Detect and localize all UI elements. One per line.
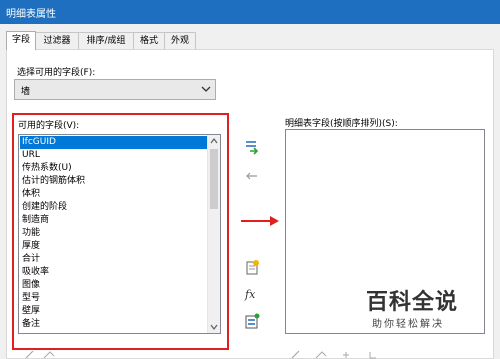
- remove-field-arrow-icon[interactable]: [244, 168, 260, 184]
- svg-text:fx: fx: [244, 288, 256, 301]
- tab-appearance[interactable]: 外观: [164, 32, 196, 49]
- new-parameter-icon[interactable]: [244, 259, 260, 275]
- list-item[interactable]: URL: [20, 149, 208, 162]
- window-title: 明细表属性: [6, 9, 56, 20]
- list-item[interactable]: 创建的阶段: [20, 201, 208, 214]
- list-item[interactable]: 合计: [20, 253, 208, 266]
- scroll-thumb[interactable]: [210, 149, 218, 209]
- combine-parameters-icon[interactable]: [244, 313, 260, 329]
- chevron-down-icon: [201, 86, 211, 92]
- formula-icon[interactable]: fx: [244, 286, 260, 302]
- scrollbar[interactable]: [207, 135, 220, 333]
- scroll-down-icon[interactable]: [208, 321, 220, 333]
- tab-fields[interactable]: 字段: [6, 31, 36, 50]
- list-item[interactable]: 图像: [20, 279, 208, 292]
- watermark-title: 百科全说: [366, 290, 459, 315]
- tab-filter[interactable]: 过滤器: [35, 32, 79, 49]
- bottom-left-icons: [25, 350, 55, 359]
- list-item[interactable]: 壁厚: [20, 305, 208, 318]
- bottom-right-icons: [291, 350, 376, 359]
- red-arrow-icon: [241, 216, 279, 226]
- scheduled-fields-label: 明细表字段(按顺序排列)(S):: [285, 119, 398, 129]
- list-item[interactable]: 传热系数(U): [20, 162, 208, 175]
- list-item[interactable]: 备注: [20, 318, 208, 331]
- list-item[interactable]: 体积: [20, 188, 208, 201]
- available-fields-label: 可用的字段(V):: [18, 121, 80, 131]
- list-item[interactable]: 估计的钢筋体积: [20, 175, 208, 188]
- list-item[interactable]: 型号: [20, 292, 208, 305]
- list-item[interactable]: 吸收率: [20, 266, 208, 279]
- list-item[interactable]: IfcGUID: [20, 136, 208, 149]
- list-item[interactable]: 功能: [20, 227, 208, 240]
- category-select[interactable]: 墙: [14, 79, 216, 100]
- category-select-value: 墙: [21, 87, 31, 97]
- title-bar: 明细表属性: [0, 0, 500, 24]
- available-fields-list[interactable]: IfcGUID URL 传热系数(U) 估计的钢筋体积 体积 创建的阶段 制造商…: [18, 134, 221, 334]
- add-field-icon[interactable]: [244, 139, 260, 155]
- list-item[interactable]: 厚度: [20, 240, 208, 253]
- list-item[interactable]: 制造商: [20, 214, 208, 227]
- select-fields-label: 选择可用的字段(F):: [17, 68, 96, 78]
- tab-formatting[interactable]: 格式: [133, 32, 165, 49]
- watermark-subtitle: 助你轻松解决: [372, 319, 444, 330]
- tab-sorting[interactable]: 排序/成组: [78, 32, 134, 49]
- scroll-up-icon[interactable]: [208, 135, 220, 147]
